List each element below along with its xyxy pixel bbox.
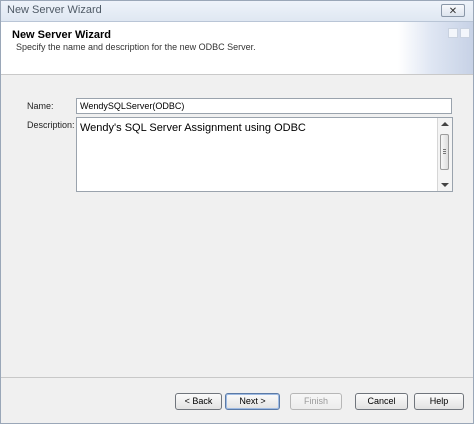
header-decoration-box [448, 28, 458, 38]
scroll-down-arrow-icon[interactable] [441, 183, 449, 187]
name-field-value: WendySQLServer(ODBC) [80, 101, 185, 111]
close-icon: ✕ [448, 6, 458, 17]
footer-divider [1, 377, 473, 378]
back-button[interactable]: < Back [175, 393, 222, 410]
name-field[interactable]: WendySQLServer(ODBC) [76, 98, 452, 114]
description-field[interactable]: Wendy's SQL Server Assignment using ODBC [76, 117, 453, 192]
description-field-value: Wendy's SQL Server Assignment using ODBC [80, 122, 306, 134]
help-button[interactable]: Help [414, 393, 464, 410]
finish-button[interactable]: Finish [290, 393, 342, 410]
grip-icon [443, 153, 446, 154]
wizard-header: New Server Wizard Specify the name and d… [1, 22, 473, 75]
grip-icon [443, 149, 446, 150]
header-decoration-box [460, 28, 470, 38]
title-bar[interactable]: New Server Wizard ✕ [1, 1, 473, 22]
cancel-button[interactable]: Cancel [355, 393, 408, 410]
next-button[interactable]: Next > [225, 393, 280, 410]
header-title: New Server Wizard [12, 29, 111, 41]
wizard-window: New Server Wizard ✕ New Server Wizard Sp… [0, 0, 474, 424]
scroll-thumb[interactable] [440, 134, 449, 170]
header-graphic [398, 22, 473, 74]
grip-icon [443, 151, 446, 152]
close-button[interactable]: ✕ [441, 4, 465, 17]
name-label: Name: [27, 101, 54, 111]
header-subtitle: Specify the name and description for the… [16, 42, 256, 52]
description-scrollbar[interactable] [437, 118, 452, 191]
description-label: Description: [27, 120, 75, 130]
scroll-up-arrow-icon[interactable] [441, 122, 449, 126]
window-title: New Server Wizard [7, 4, 102, 16]
